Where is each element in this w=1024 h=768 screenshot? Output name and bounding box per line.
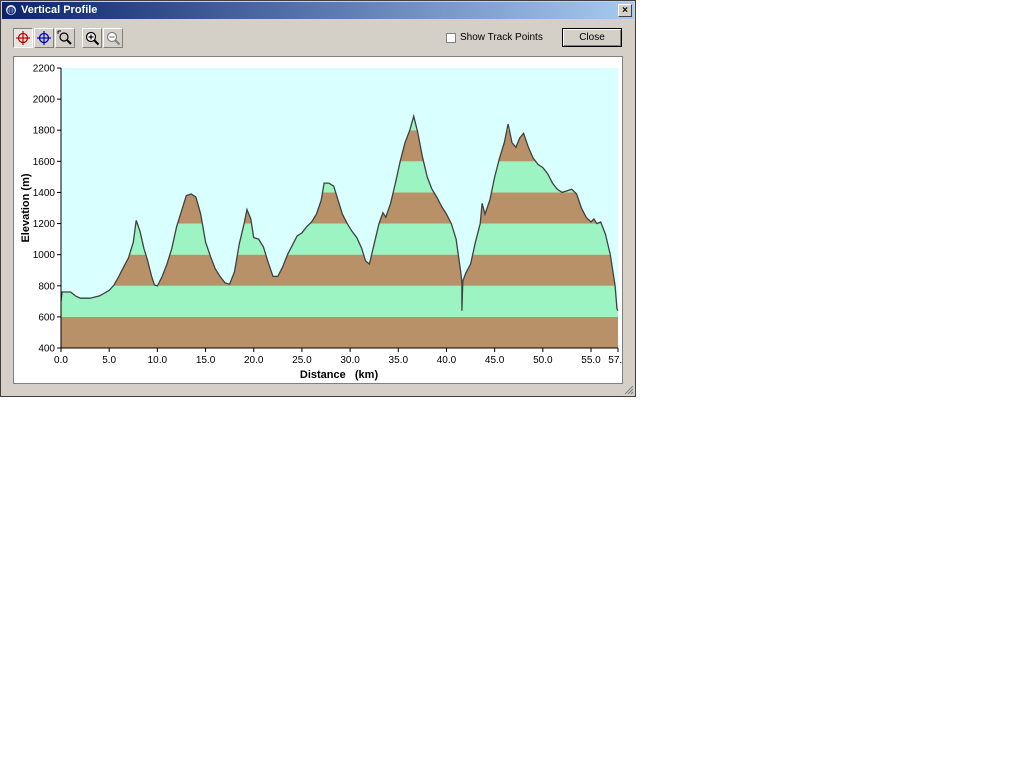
show-track-points-label[interactable]: Show Track Points (460, 32, 543, 43)
zoom-window-icon (57, 30, 72, 45)
zoom-in-icon (85, 31, 100, 46)
crosshair-red-button[interactable] (13, 28, 33, 48)
y-tick-label: 1600 (33, 157, 56, 168)
y-tick-label: 600 (38, 312, 55, 323)
crosshair-blue-button[interactable] (34, 28, 54, 48)
elevation-band (61, 285, 618, 317)
x-tick-label: 45.0 (485, 355, 505, 366)
y-tick-label: 2000 (33, 95, 56, 106)
zoom-out-button[interactable] (103, 28, 123, 48)
x-tick-label: 30.0 (340, 355, 360, 366)
x-tick-label: 0.0 (54, 355, 68, 366)
x-axis-label: Distance (km) (300, 369, 379, 381)
resize-grip-icon[interactable] (623, 384, 634, 395)
y-tick-label: 1800 (33, 126, 56, 137)
crosshair-blue-icon (37, 31, 51, 45)
y-tick-label: 1200 (33, 219, 56, 230)
x-tick-label: 40.0 (437, 355, 457, 366)
x-tick-label: 55.0 (581, 355, 601, 366)
x-tick-label: 57.8 (608, 355, 622, 366)
x-tick-label: 50.0 (533, 355, 553, 366)
x-tick-label: 5.0 (102, 355, 116, 366)
y-axis-label: Elevation (m) (20, 173, 32, 242)
y-tick-label: 1000 (33, 250, 56, 261)
close-button[interactable]: Close (562, 28, 622, 47)
vertical-profile-window: ◍ Vertical Profile × Show Track Points C… (0, 0, 636, 397)
window-close-button[interactable]: × (618, 4, 632, 17)
globe-icon: ◍ (5, 4, 17, 16)
y-tick-label: 1400 (33, 188, 56, 199)
y-tick-label: 2200 (33, 64, 56, 75)
show-track-points-checkbox[interactable] (446, 33, 456, 43)
x-tick-label: 15.0 (196, 355, 216, 366)
x-tick-label: 35.0 (389, 355, 409, 366)
x-tick-label: 20.0 (244, 355, 264, 366)
zoom-window-button[interactable] (55, 28, 75, 48)
profile-chart-svg: 400 600 800 1000 1200 1400 1600 1800 2000 2200 0.0… (20, 64, 622, 382)
elevation-band (61, 254, 618, 286)
title-bar[interactable]: ◍ Vertical Profile × (2, 2, 634, 19)
zoom-in-button[interactable] (82, 28, 102, 48)
y-tick-label: 800 (38, 281, 55, 292)
x-tick-label: 25.0 (292, 355, 312, 366)
window-title: Vertical Profile (21, 4, 98, 16)
elevation-profile-chart: 400 600 800 1000 1200 1400 1600 1800 2000 2200 0.0… (13, 56, 623, 384)
crosshair-red-icon (16, 31, 30, 45)
y-tick-label: 400 (38, 344, 55, 355)
elevation-band (61, 316, 618, 348)
zoom-out-icon (106, 31, 121, 46)
x-tick-label: 10.0 (148, 355, 168, 366)
